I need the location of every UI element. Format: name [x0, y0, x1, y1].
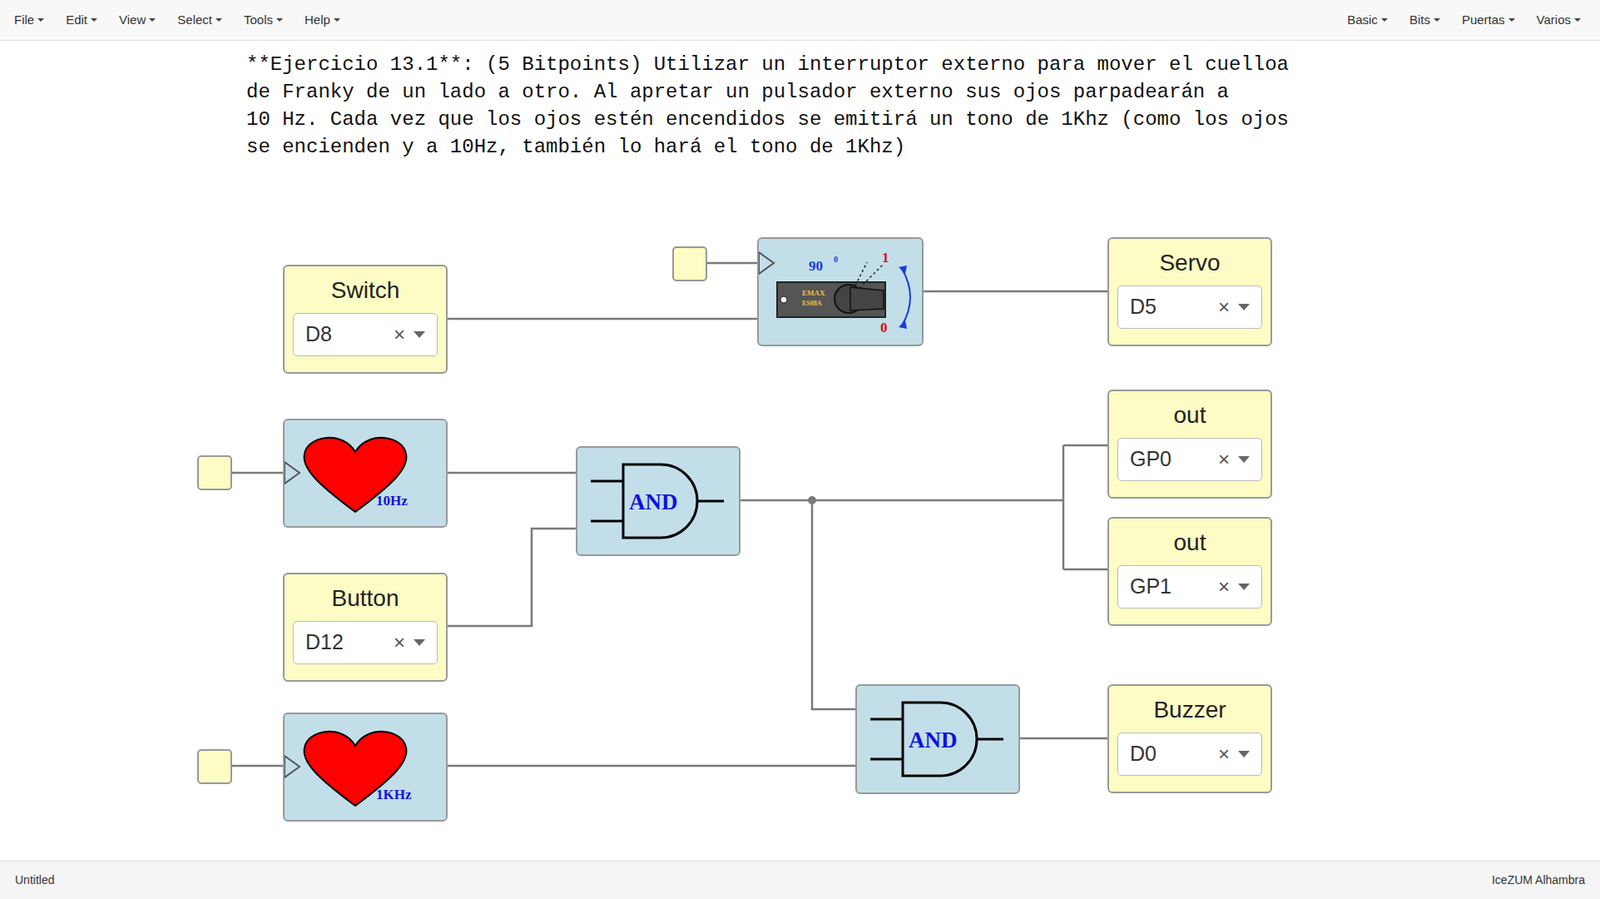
and-gate[interactable]: AND — [575, 445, 741, 556]
exercise-text: **Ejercicio 13.1**: (5 Bitpoints) Utiliz… — [0, 40, 1600, 161]
pin-select[interactable]: D5× — [1117, 285, 1263, 329]
app: FileEditViewSelectToolsHelp BasicBitsPuer… — [0, 0, 1600, 899]
io-block[interactable]: out GP1× — [1107, 516, 1273, 626]
svg-text:1: 1 — [881, 249, 890, 266]
dropdown-icon[interactable] — [1238, 750, 1250, 758]
svg-text:0: 0 — [833, 254, 838, 264]
clear-icon[interactable]: × — [393, 324, 406, 345]
input-marker-icon — [758, 252, 774, 274]
io-block[interactable]: Switch D8× — [282, 264, 448, 374]
caret-icon — [215, 18, 223, 22]
caret-icon — [90, 18, 98, 22]
block-label: Button — [331, 584, 400, 613]
svg-text:90: 90 — [808, 257, 823, 274]
clock-input-icon — [284, 461, 300, 484]
servo-icon — [777, 262, 911, 329]
pin-select[interactable]: GP1× — [1117, 564, 1263, 609]
caret-icon — [1381, 18, 1388, 22]
dropdown-icon[interactable] — [413, 639, 426, 646]
clear-icon[interactable]: × — [1218, 449, 1230, 470]
caret-icon — [37, 18, 45, 22]
clear-icon[interactable]: × — [393, 632, 406, 653]
svg-text:ES08A: ES08A — [802, 299, 823, 308]
heart-block[interactable]: 10Hz — [282, 418, 448, 528]
dropdown-icon[interactable] — [413, 331, 426, 338]
menu-item[interactable]: Varios — [1525, 10, 1592, 30]
block-label: Servo — [1159, 248, 1220, 278]
caret-icon — [1433, 18, 1441, 22]
caret-icon — [1574, 18, 1581, 22]
svg-text:AND: AND — [908, 727, 958, 753]
block-label: Buzzer — [1153, 695, 1226, 724]
block-label: Switch — [331, 276, 400, 305]
menu-bar: FileEditViewSelectToolsHelp BasicBitsPuer… — [0, 0, 1600, 41]
pin-select[interactable]: GP0× — [1117, 437, 1263, 481]
servo-block[interactable]: EMAXES08A 90 0 1 0 — [757, 237, 924, 347]
and-gate-icon — [590, 464, 724, 538]
pin-select[interactable]: D8× — [292, 312, 438, 357]
and-gate[interactable]: AND — [855, 683, 1021, 794]
caret-icon — [276, 18, 283, 22]
svg-text:0: 0 — [880, 319, 888, 336]
pin-select[interactable]: D12× — [292, 620, 438, 664]
dropdown-icon[interactable] — [1238, 583, 1250, 590]
wires — [0, 40, 1600, 861]
menu-item[interactable]: Select — [166, 10, 233, 30]
block-label: out — [1173, 528, 1207, 557]
menu-item[interactable]: Help — [293, 10, 352, 30]
io-block[interactable]: Button D12× — [282, 572, 448, 682]
and-gate-icon — [870, 702, 1004, 776]
svg-text:EMAX: EMAX — [802, 288, 826, 298]
clear-icon[interactable]: × — [1218, 297, 1230, 318]
menu-item[interactable]: Tools — [232, 10, 294, 30]
caret-icon — [333, 18, 341, 22]
clear-icon[interactable]: × — [1218, 743, 1230, 764]
block-label: out — [1173, 401, 1207, 430]
menu-item[interactable]: Edit — [54, 10, 109, 30]
svg-text:10Hz: 10Hz — [376, 492, 408, 509]
svg-text:1KHz: 1KHz — [376, 786, 412, 803]
caret-icon — [1508, 18, 1516, 22]
status-bar: UntitledIceZUM Alhambra — [0, 860, 1600, 899]
menu-item[interactable]: Puertas — [1451, 10, 1526, 30]
svg-text:AND: AND — [629, 489, 679, 515]
menu-item[interactable]: View — [108, 10, 167, 30]
io-block[interactable]: Servo D5× — [1107, 237, 1273, 347]
clock-input-icon — [284, 755, 300, 778]
menu-item[interactable]: File — [3, 10, 55, 30]
caret-icon — [148, 18, 156, 22]
constant-input[interactable] — [197, 748, 233, 784]
io-block[interactable]: Buzzer D0× — [1107, 683, 1273, 793]
constant-input[interactable] — [672, 246, 708, 282]
constant-input[interactable] — [197, 455, 233, 491]
menu-item[interactable]: Bits — [1398, 10, 1452, 30]
heart-block[interactable]: 1KHz — [282, 712, 448, 822]
clear-icon[interactable]: × — [1218, 576, 1230, 597]
dropdown-icon[interactable] — [1238, 455, 1250, 463]
menu-item[interactable]: Basic — [1336, 10, 1399, 30]
dropdown-icon[interactable] — [1238, 303, 1250, 311]
pin-select[interactable]: D0× — [1117, 732, 1263, 776]
io-block[interactable]: out GP0× — [1107, 389, 1273, 499]
canvas[interactable]: **Ejercicio 13.1**: (5 Bitpoints) Utiliz… — [0, 40, 1600, 861]
